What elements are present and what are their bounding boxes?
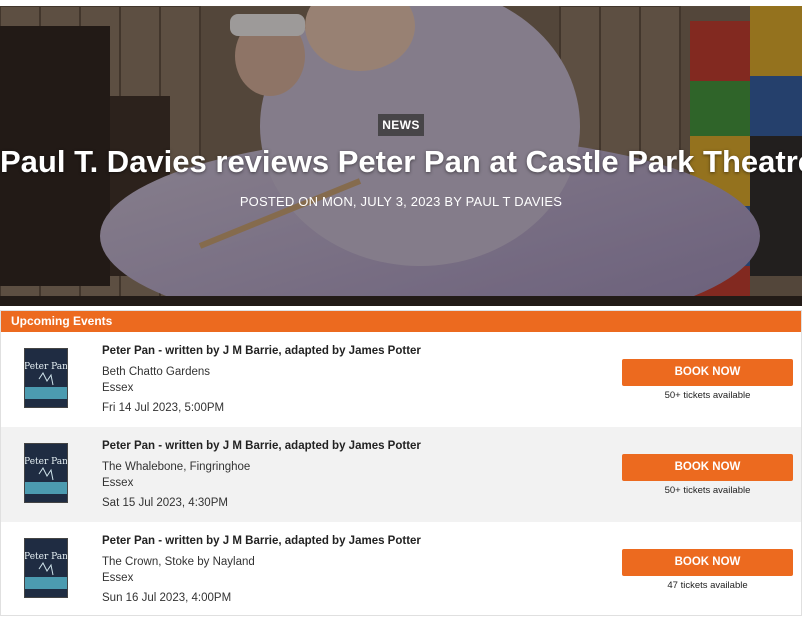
upcoming-events-panel: Upcoming Events Peter Pan Peter Pan - wr…: [0, 310, 802, 616]
book-now-button[interactable]: BOOK NOW: [622, 549, 793, 576]
book-now-button[interactable]: BOOK NOW: [622, 454, 793, 481]
tickets-available: 47 tickets available: [667, 580, 748, 591]
event-date: Sun 16 Jul 2023, 4:00PM: [102, 592, 232, 604]
event-poster[interactable]: Peter Pan: [24, 538, 68, 598]
event-poster[interactable]: Peter Pan: [24, 348, 68, 408]
event-date: Fri 14 Jul 2023, 5:00PM: [102, 402, 225, 414]
event-county: Essex: [102, 382, 134, 394]
event-county: Essex: [102, 477, 134, 489]
tickets-available: 50+ tickets available: [664, 485, 751, 496]
event-county: Essex: [102, 572, 134, 584]
event-poster[interactable]: Peter Pan: [24, 443, 68, 503]
event-row: Peter Pan Peter Pan - written by J M Bar…: [1, 332, 801, 427]
category-badge[interactable]: NEWS: [378, 114, 424, 136]
poster-title: Peter Pan: [25, 552, 67, 562]
event-venue: The Crown, Stoke by Nayland: [102, 556, 255, 568]
event-venue: The Whalebone, Fingringhoe: [102, 461, 251, 473]
event-row: Peter Pan Peter Pan - written by J M Bar…: [1, 427, 801, 522]
event-title[interactable]: Peter Pan - written by J M Barrie, adapt…: [102, 440, 421, 452]
tickets-available: 50+ tickets available: [664, 390, 751, 401]
page-title: Paul T. Davies reviews Peter Pan at Cast…: [0, 144, 802, 179]
event-venue: Beth Chatto Gardens: [102, 366, 211, 378]
upcoming-events-heading: Upcoming Events: [1, 311, 801, 332]
event-date: Sat 15 Jul 2023, 4:30PM: [102, 497, 228, 509]
book-now-button[interactable]: BOOK NOW: [622, 359, 793, 386]
event-row: Peter Pan Peter Pan - written by J M Bar…: [1, 522, 801, 617]
poster-title: Peter Pan: [25, 362, 67, 372]
post-meta: POSTED ON MON, JULY 3, 2023 BY PAUL T DA…: [239, 194, 563, 209]
event-title[interactable]: Peter Pan - written by J M Barrie, adapt…: [102, 535, 421, 547]
hero-banner: NEWS Paul T. Davies reviews Peter Pan at…: [0, 6, 802, 306]
event-title[interactable]: Peter Pan - written by J M Barrie, adapt…: [102, 345, 421, 357]
poster-title: Peter Pan: [25, 457, 67, 467]
